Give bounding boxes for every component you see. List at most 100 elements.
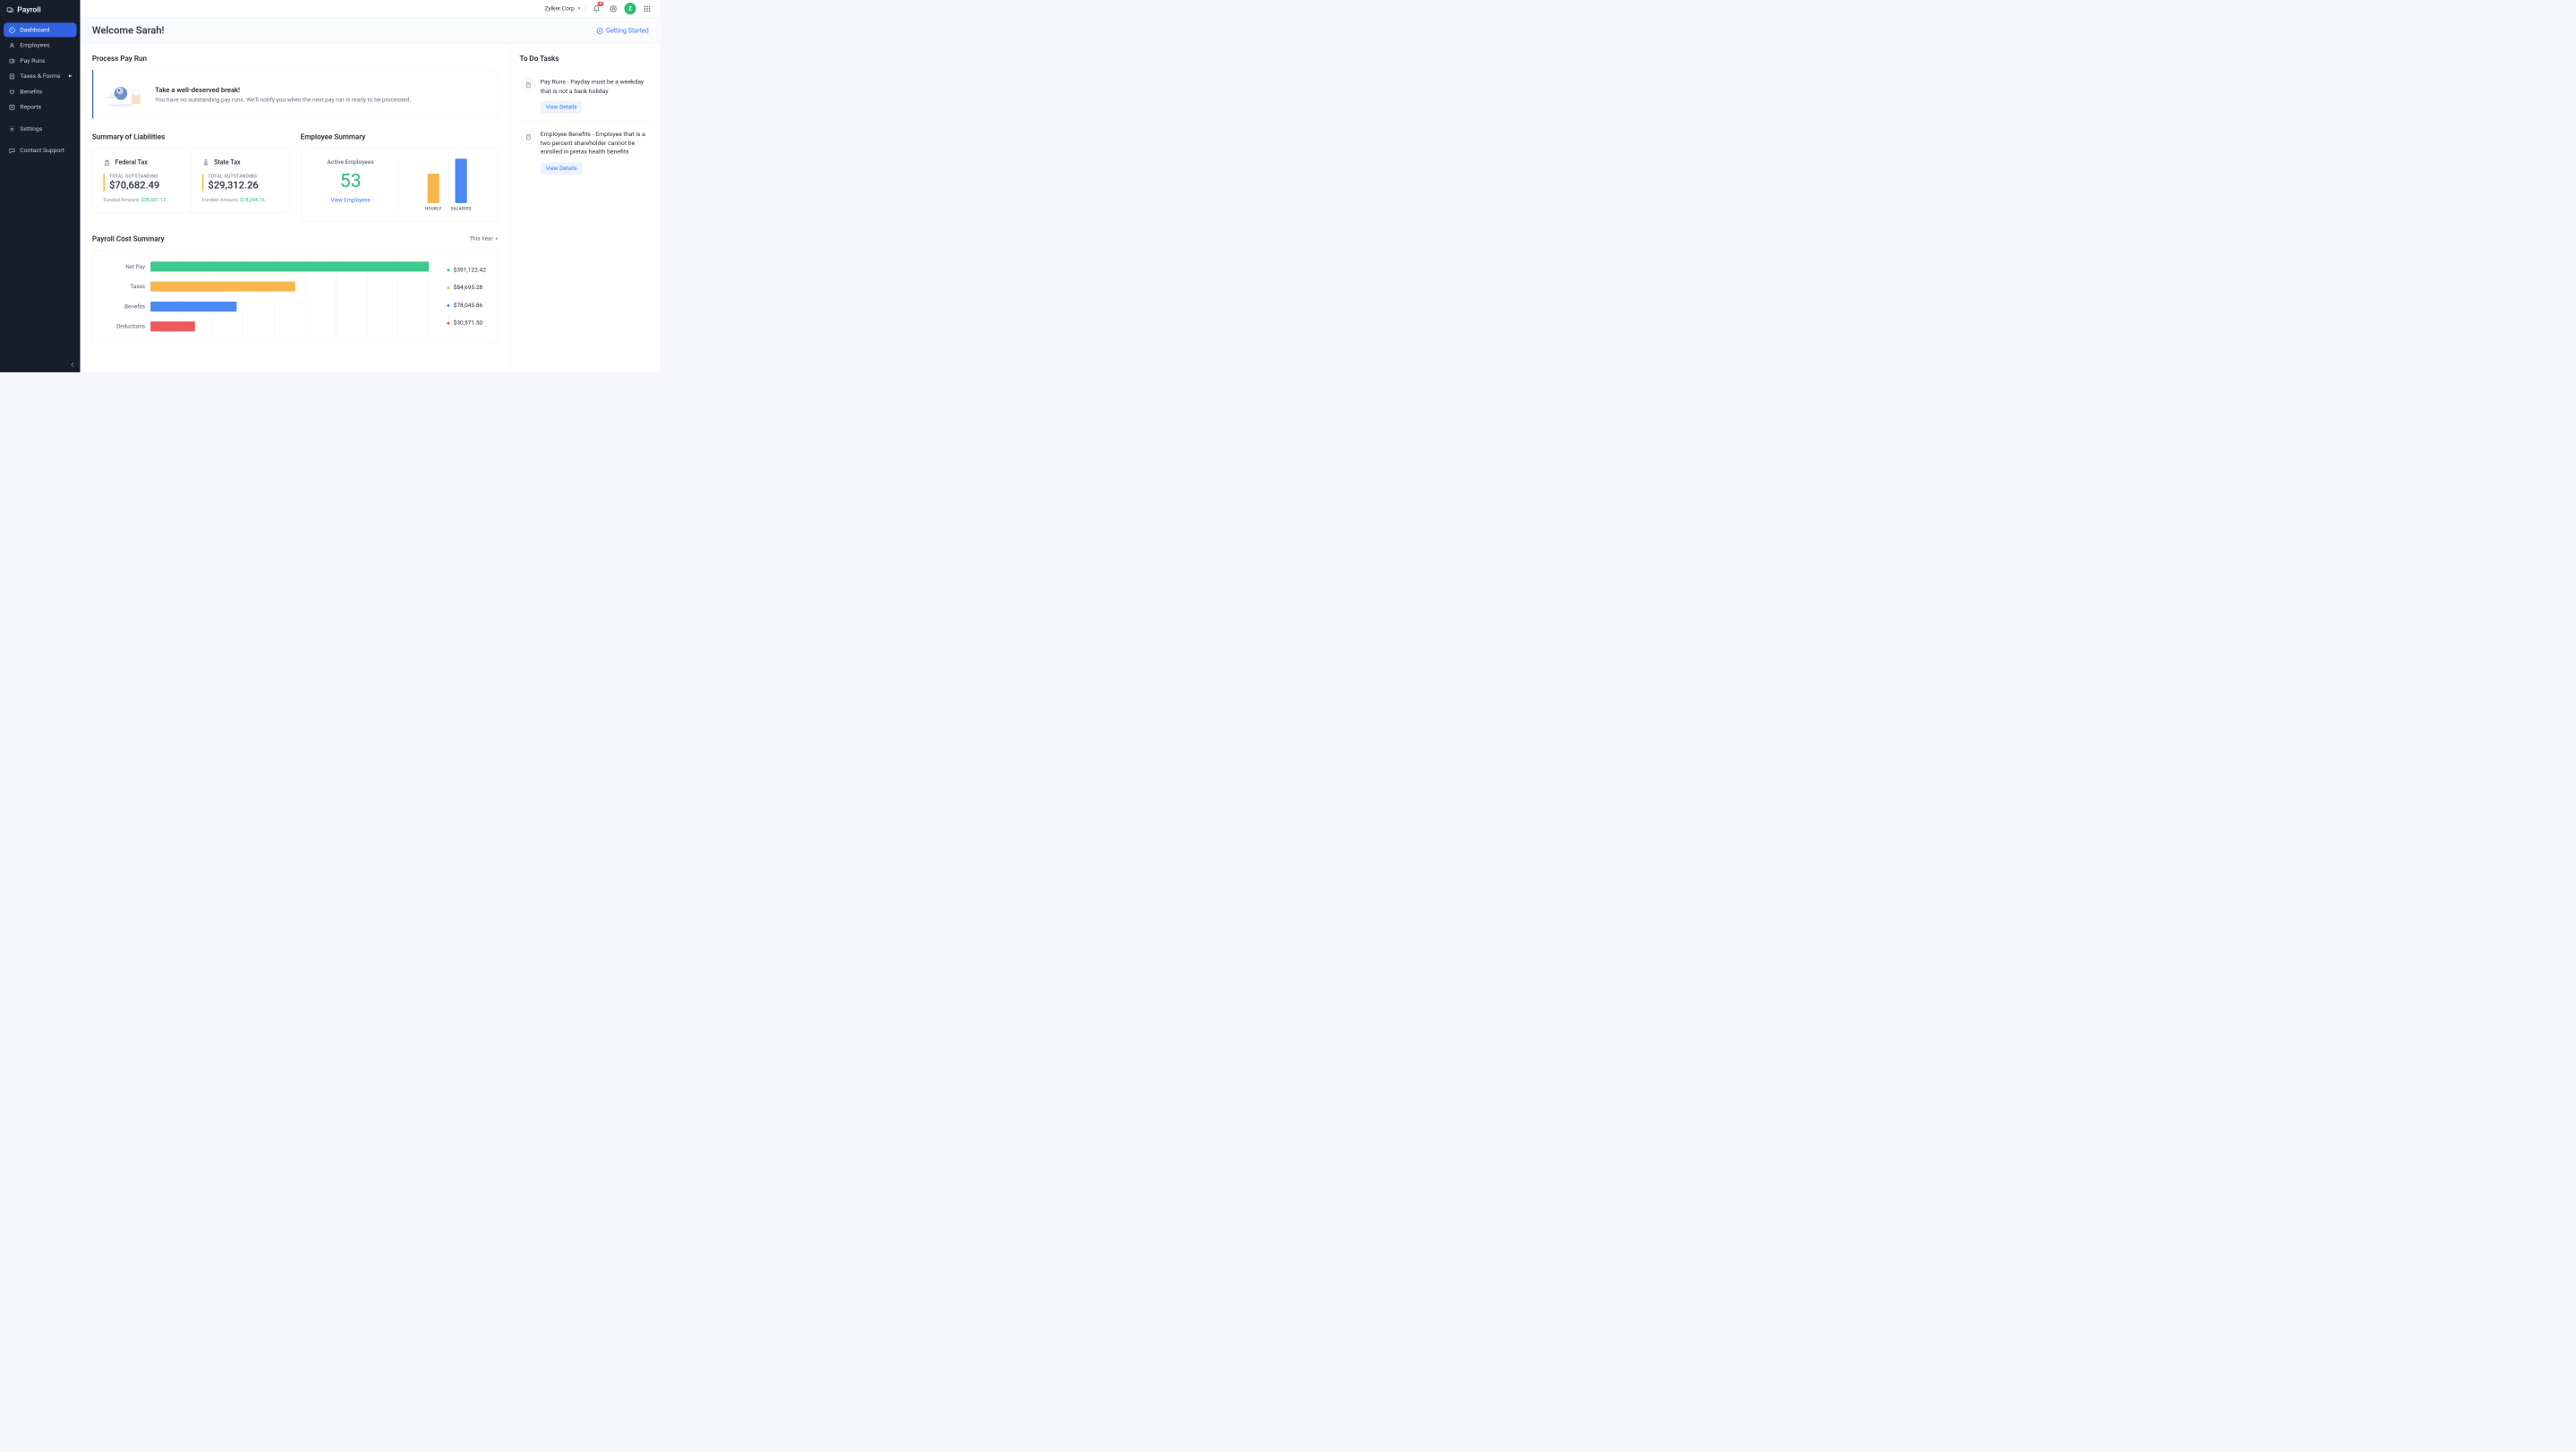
send-icon xyxy=(8,57,15,64)
salaried-bar xyxy=(456,158,467,203)
legend-value: $84,695.28 xyxy=(454,285,483,292)
liabilities-card: Federal Tax TOTAL OUTSTANDING $70,682.49… xyxy=(92,149,290,213)
sidebar-item-reports[interactable]: Reports xyxy=(4,99,77,114)
sidebar-item-benefits[interactable]: Benefits xyxy=(4,84,77,98)
cost-row-label: Deductions xyxy=(104,323,145,330)
caret-down-icon: ▼ xyxy=(495,236,499,241)
federal-tax-name: Federal Tax xyxy=(115,158,148,166)
section-title-liabilities: Summary of Liabilities xyxy=(92,132,290,141)
payrun-card: Take a well-deserved break! You have no … xyxy=(92,70,499,119)
view-details-button[interactable]: View Details xyxy=(541,162,583,175)
heart-icon xyxy=(8,88,15,95)
chevron-left-icon xyxy=(69,362,75,368)
fed-out-value: $70,682.49 xyxy=(109,180,180,192)
sidebar-item-label: Employees xyxy=(20,42,49,49)
chat-icon xyxy=(8,147,15,154)
sidebar-item-label: Settings xyxy=(20,125,42,132)
todo-text: Pay Runs - Payday must be a weekday that… xyxy=(541,78,650,96)
section-title-payrun: Process Pay Run xyxy=(92,54,499,63)
app-logo[interactable]: Payroll xyxy=(0,0,81,20)
form-icon xyxy=(8,73,15,80)
section-title-empsum: Employee Summary xyxy=(301,132,499,141)
state-funded-label: Funded Amount: xyxy=(202,197,240,203)
sidebar-item-label: Reports xyxy=(20,103,41,110)
getting-started-text: Getting Started xyxy=(606,27,649,34)
page-title: Welcome Sarah! xyxy=(92,25,165,37)
todo-panel: To Do Tasks Pay Runs - Payday must be a … xyxy=(510,44,661,372)
content-main: Process Pay Run Take a well-deserved bre… xyxy=(81,44,510,372)
state-tax-name: State Tax xyxy=(214,158,240,166)
state-tax-box: State Tax TOTAL OUTSTANDING $29,312.26 F… xyxy=(191,149,289,212)
sidebar-item-support[interactable]: Contact Support xyxy=(4,143,77,158)
sidebar-item-taxes[interactable]: Taxes & Forms ▶ xyxy=(4,69,77,83)
active-emp-label: Active Employees xyxy=(311,158,388,166)
play-icon xyxy=(596,27,603,34)
todo-text: Employee Benefits - Employee that is a t… xyxy=(541,130,650,157)
gear-icon xyxy=(8,125,15,132)
section-title-cost: Payroll Cost Summary xyxy=(92,235,165,243)
sidebar-item-dashboard[interactable]: Dashboard xyxy=(4,22,77,37)
federal-tax-box: Federal Tax TOTAL OUTSTANDING $70,682.49… xyxy=(92,149,191,212)
sidebar: Payroll Dashboard Employees Pay Runs Tax… xyxy=(0,0,81,372)
cost-filter-dropdown[interactable]: This Year▼ xyxy=(469,235,498,243)
document-icon xyxy=(521,130,534,143)
section-title-todo: To Do Tasks xyxy=(519,54,651,63)
cost-row-label: Net Pay xyxy=(104,263,145,270)
state-funded-value: $18,094.16 xyxy=(240,197,265,203)
payrun-title: Take a well-deserved break! xyxy=(155,85,411,93)
bank-icon xyxy=(103,158,110,166)
hourly-label: HOURLY xyxy=(425,207,441,211)
sidebar-item-label: Pay Runs xyxy=(20,57,45,64)
view-details-button[interactable]: View Details xyxy=(541,101,583,114)
sidebar-item-label: Benefits xyxy=(20,88,42,95)
sidebar-item-label: Contact Support xyxy=(20,147,64,154)
cost-row-label: Benefits xyxy=(104,303,145,311)
hourly-bar xyxy=(428,174,439,203)
legend-value: $78,045.86 xyxy=(454,302,483,309)
topbar: Zylker Corp ▼ 4 Z xyxy=(81,0,661,18)
chart-icon xyxy=(8,103,15,110)
break-illustration-icon xyxy=(103,81,147,107)
org-switcher[interactable]: Zylker Corp ▼ xyxy=(542,5,585,13)
avatar-letter: Z xyxy=(628,5,632,13)
gear-icon xyxy=(610,5,617,13)
page-header: Welcome Sarah! Getting Started xyxy=(81,18,661,44)
cost-row-label: Taxes xyxy=(104,283,145,290)
payroll-logo-icon xyxy=(6,6,13,13)
document-icon xyxy=(521,78,534,91)
sidebar-collapse[interactable] xyxy=(0,357,81,372)
settings-button[interactable] xyxy=(607,3,619,15)
employee-mini-chart: HOURLY SALARIED xyxy=(410,158,487,211)
fed-out-label: TOTAL OUTSTANDING xyxy=(109,174,180,179)
stamp-icon xyxy=(202,158,209,166)
org-name: Zylker Corp xyxy=(545,5,575,13)
apps-grid-icon xyxy=(644,5,650,12)
chevron-right-icon: ▶ xyxy=(69,74,73,79)
sidebar-item-settings[interactable]: Settings xyxy=(4,122,77,136)
legend-value: $30,571.50 xyxy=(454,320,483,327)
sidebar-nav: Dashboard Employees Pay Runs Taxes & For… xyxy=(0,20,81,356)
avatar[interactable]: Z xyxy=(624,3,635,14)
fed-funded-label: Funded Amount: xyxy=(103,197,141,203)
state-out-label: TOTAL OUTSTANDING xyxy=(208,174,278,179)
cost-card: Net Pay Taxes Benefits Deductions $391,1… xyxy=(92,251,499,343)
getting-started-link[interactable]: Getting Started xyxy=(596,27,649,34)
view-employees-link[interactable]: View Employees xyxy=(311,197,388,203)
payrun-subtitle: You have no outstanding pay runs. We'll … xyxy=(155,97,411,104)
employee-summary-card: Active Employees 53 View Employees HOURL… xyxy=(301,149,499,222)
sidebar-item-payruns[interactable]: Pay Runs xyxy=(4,54,77,68)
app-name: Payroll xyxy=(17,5,40,14)
user-icon xyxy=(8,42,15,49)
notifications-button[interactable]: 4 xyxy=(590,3,602,15)
cost-bar-chart: Net Pay Taxes Benefits Deductions xyxy=(104,261,429,331)
gauge-icon xyxy=(8,26,15,33)
notification-badge: 4 xyxy=(597,2,603,7)
chevron-down-icon: ▼ xyxy=(577,6,582,12)
legend-value: $391,122.42 xyxy=(454,267,486,274)
apps-button[interactable] xyxy=(641,3,653,15)
sidebar-item-label: Dashboard xyxy=(20,26,49,33)
main: Zylker Corp ▼ 4 Z Welcome Sarah! Getting xyxy=(81,0,661,372)
state-out-value: $29,312.26 xyxy=(208,180,278,192)
active-emp-count: 53 xyxy=(311,170,388,192)
sidebar-item-employees[interactable]: Employees xyxy=(4,38,77,53)
